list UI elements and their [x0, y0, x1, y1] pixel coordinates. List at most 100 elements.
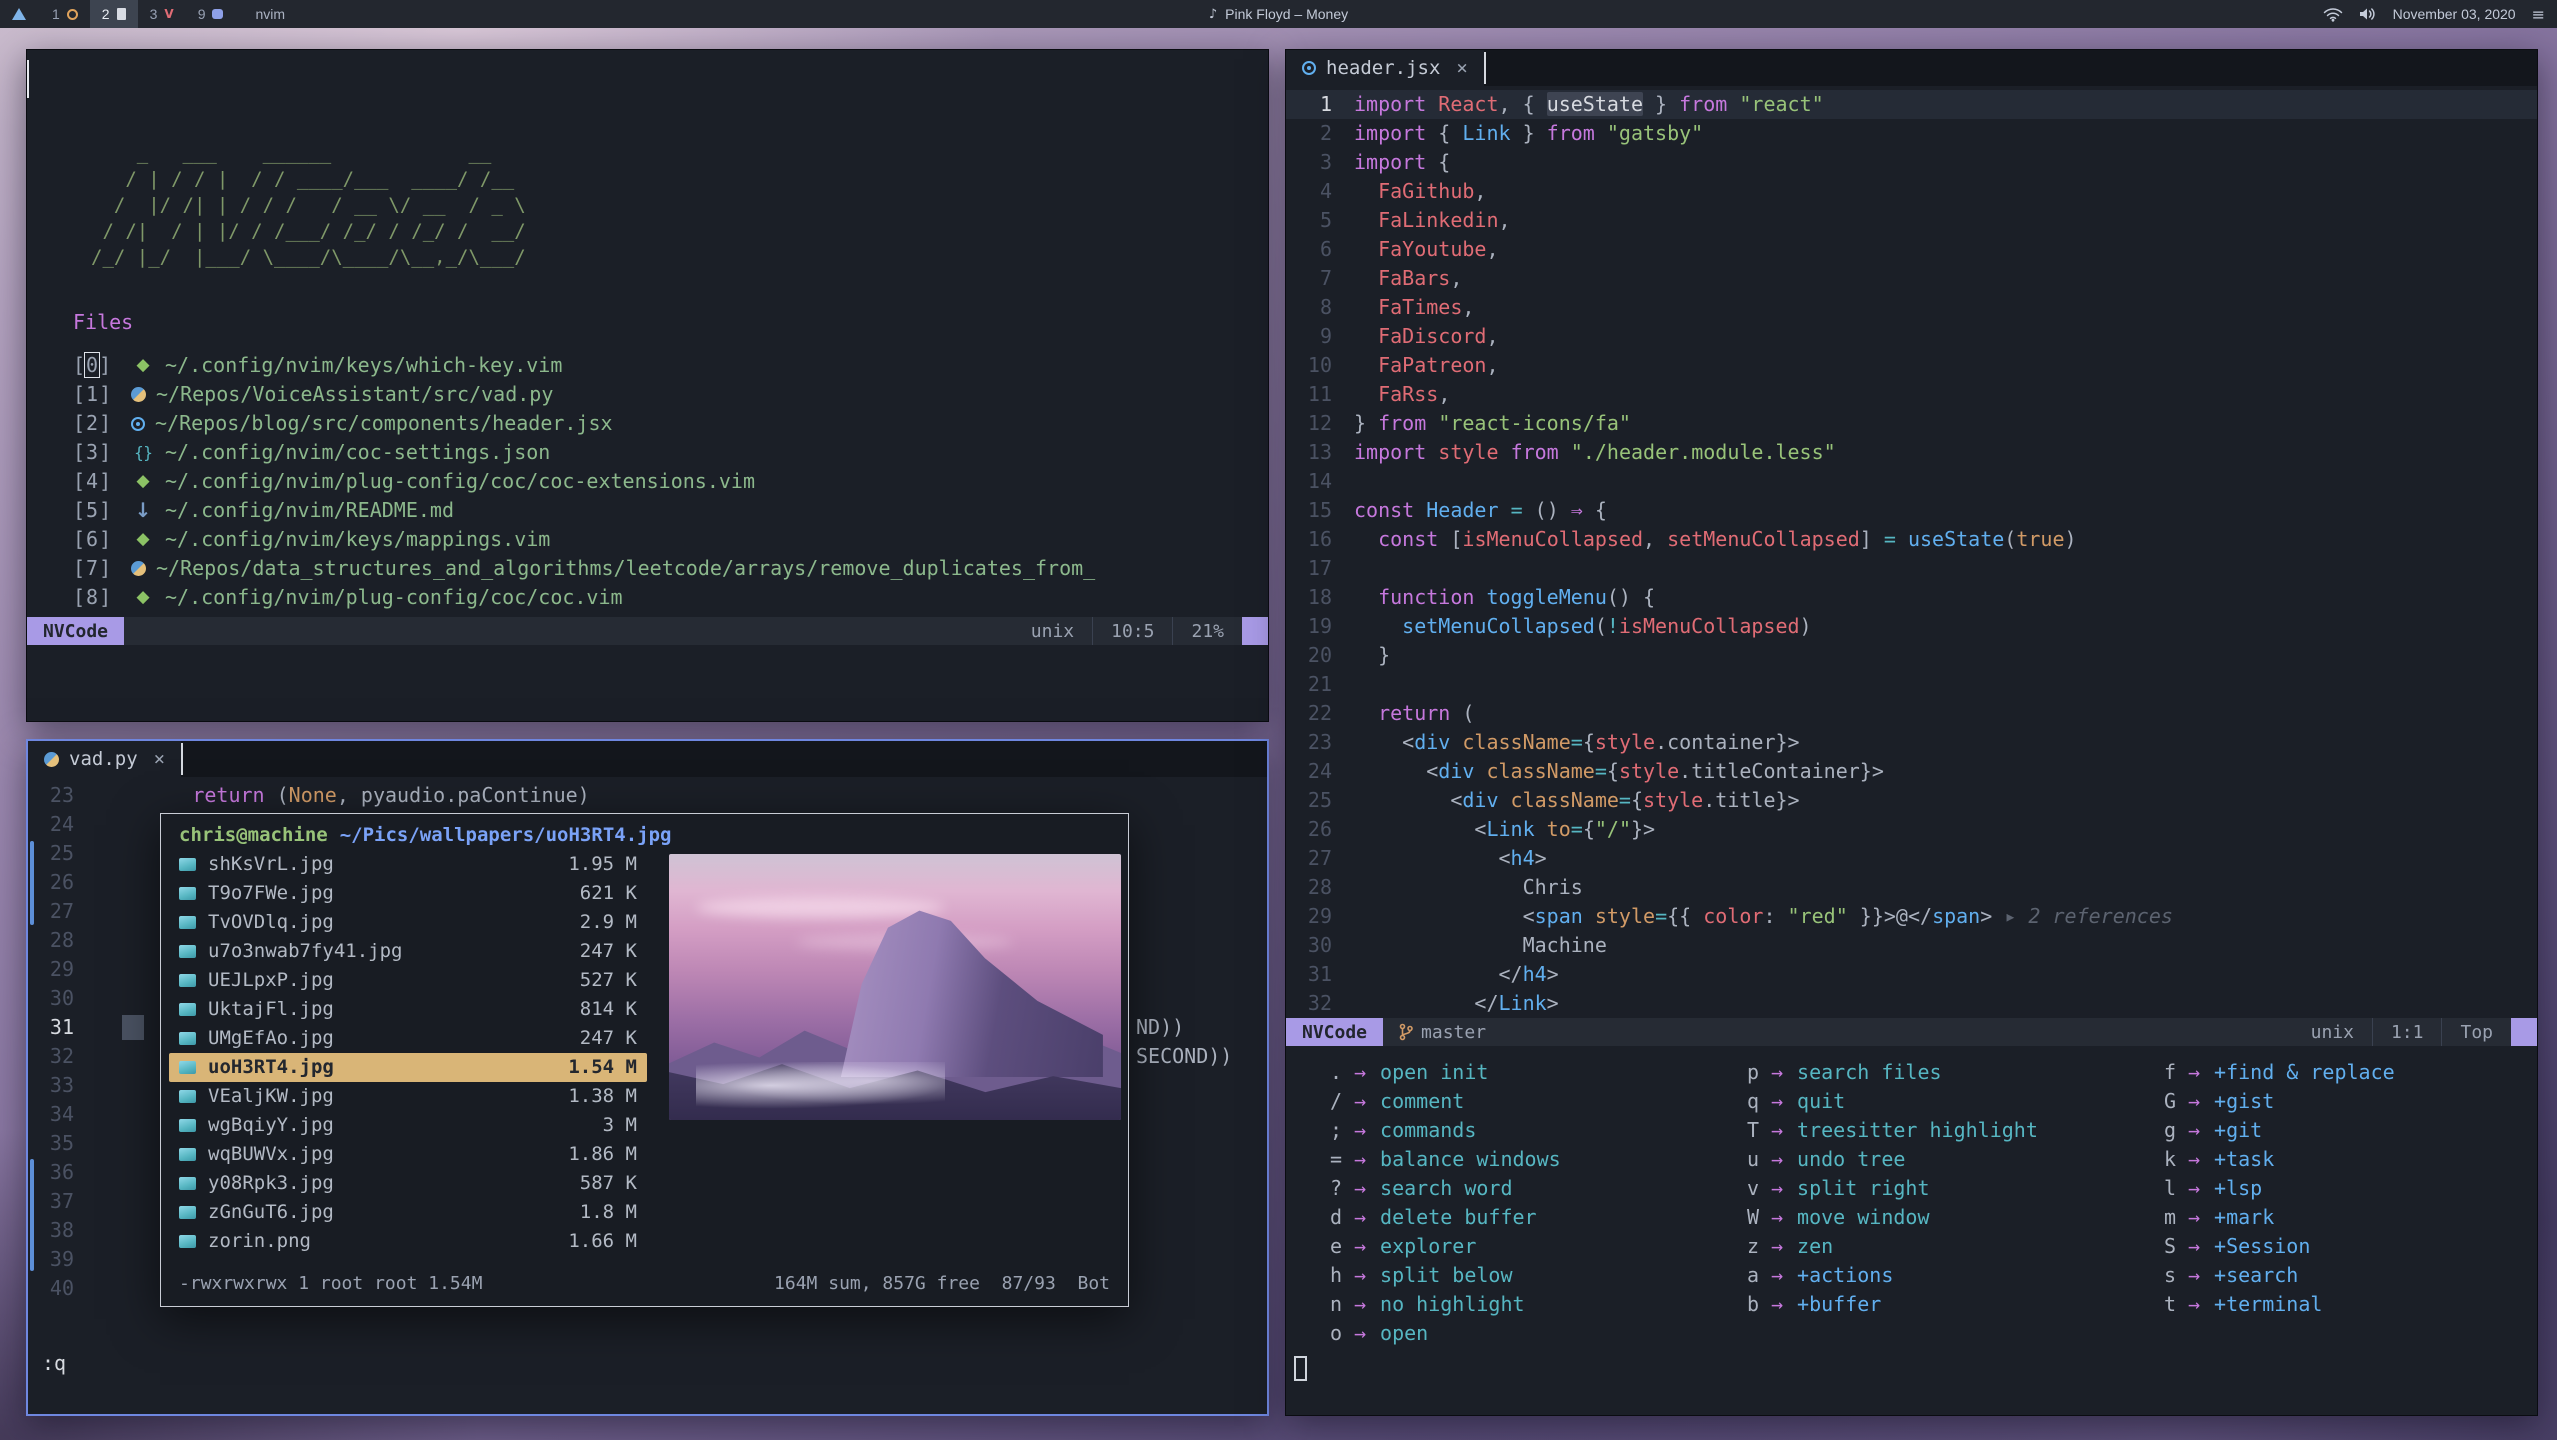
file-row[interactable]: UMgEfAo.jpg247 K — [169, 1024, 647, 1053]
bracket: ] — [99, 556, 111, 580]
file-row[interactable]: wqBUWVx.jpg1.86 M — [169, 1140, 647, 1169]
entry-index: [4] — [73, 467, 121, 496]
close-icon[interactable]: × — [1456, 54, 1467, 83]
line-number: 30 — [1286, 931, 1354, 960]
bracket: [ — [73, 353, 85, 377]
entry-index: [7] — [73, 554, 121, 583]
workspace-2[interactable]: 2 — [90, 0, 138, 28]
inactive-cursor — [122, 1015, 144, 1040]
file-row[interactable]: VEaljKW.jpg1.38 M — [169, 1082, 647, 1111]
cursor-position: 1:1 — [2372, 1018, 2442, 1046]
recent-file-4[interactable]: [4]~/.config/nvim/plug-config/coc/coc-ex… — [73, 467, 1268, 496]
key-description: treesitter highlight — [1797, 1116, 2038, 1145]
recent-file-2[interactable]: [2]~/Repos/blog/src/components/header.js… — [73, 409, 1268, 438]
arrow-icon: → — [2188, 1232, 2200, 1261]
file-row[interactable]: T9o7FWe.jpg621 K — [169, 879, 647, 908]
now-playing[interactable]: ♪ Pink Floyd – Money — [1209, 0, 1348, 28]
code-line-16: 16 const [isMenuCollapsed, setMenuCollap… — [1286, 525, 2537, 554]
workspace-number: 3 — [150, 6, 158, 22]
token: "red" — [1788, 904, 1848, 928]
arrow-icon: → — [1771, 1116, 1783, 1145]
recent-file-0[interactable]: [0]~/.config/nvim/keys/which-key.vim — [73, 351, 1268, 380]
line-number: 30 — [28, 984, 96, 1013]
file-size: 247 K — [580, 1024, 637, 1053]
line-number: 29 — [1286, 902, 1354, 931]
key-label: s — [2120, 1261, 2176, 1290]
recent-file-3[interactable]: [3]~/.config/nvim/coc-settings.json — [73, 438, 1268, 467]
launcher-icon[interactable] — [12, 8, 26, 20]
code-line-27: 27 <h4> — [1286, 844, 2537, 873]
code-text: </h4> — [1354, 960, 1559, 989]
code-line-4: 4 FaGithub, — [1286, 177, 2537, 206]
line-number: 24 — [28, 810, 96, 839]
token: < — [1354, 730, 1414, 754]
bracket: [ — [73, 382, 85, 406]
bracket: [ — [73, 411, 85, 435]
editor-header[interactable]: 1import React, { useState } from "react"… — [1286, 86, 2537, 1018]
recent-file-8[interactable]: [8]~/.config/nvim/plug-config/coc/coc.vi… — [73, 583, 1268, 612]
tab-vad-py[interactable]: vad.py × — [28, 741, 181, 777]
file-row[interactable]: shKsVrL.jpg1.95 M — [169, 850, 647, 879]
now-playing-label: Pink Floyd – Money — [1225, 6, 1348, 22]
volume-icon[interactable] — [2359, 7, 2377, 21]
workspace-3[interactable]: 3 — [138, 0, 186, 28]
file-row[interactable]: zGnGuT6.jpg1.8 M — [169, 1198, 647, 1227]
file-name: UEJLpxP.jpg — [208, 966, 568, 995]
wifi-icon[interactable] — [2323, 7, 2343, 22]
key-label: . — [1286, 1058, 1342, 1087]
token — [96, 783, 192, 807]
line-number: 22 — [1286, 699, 1354, 728]
tab-header-jsx[interactable]: header.jsx × — [1286, 50, 1484, 86]
recent-file-5[interactable]: [5]~/.config/nvim/README.md — [73, 496, 1268, 525]
tab-label: header.jsx — [1326, 54, 1440, 83]
keybinding-W: W→move window — [1703, 1203, 2120, 1232]
arrow-icon: → — [1771, 1232, 1783, 1261]
token: FaTimes — [1378, 295, 1462, 319]
line-number: 27 — [28, 897, 96, 926]
arrow-icon: → — [2188, 1261, 2200, 1290]
line-number: 28 — [1286, 873, 1354, 902]
file-permissions: -rwxrwxrwx 1 root root 1.54M — [179, 1269, 482, 1298]
key-label: T — [1703, 1116, 1759, 1145]
recent-file-6[interactable]: [6]~/.config/nvim/keys/mappings.vim — [73, 525, 1268, 554]
md-icon — [131, 496, 155, 525]
token: style — [1438, 440, 1498, 464]
token — [1426, 440, 1438, 464]
token: style — [1619, 759, 1679, 783]
arrow-icon: → — [2188, 1087, 2200, 1116]
recent-file-7[interactable]: [7]~/Repos/data_structures_and_algorithm… — [73, 554, 1268, 583]
close-icon[interactable]: × — [154, 745, 165, 774]
file-row[interactable]: UktajFl.jpg814 K — [169, 995, 647, 1024]
workspace-1[interactable]: 1 — [40, 0, 90, 28]
file-row[interactable]: uoH3RT4.jpg1.54 M — [169, 1053, 647, 1082]
line-number: 9 — [1286, 322, 1354, 351]
file-size: 621 K — [580, 879, 637, 908]
line-number: 2 — [1286, 119, 1354, 148]
token: ( — [2004, 527, 2016, 551]
file-row[interactable]: zorin.png1.66 M — [169, 1227, 647, 1256]
file-row[interactable]: UEJLpxP.jpg527 K — [169, 966, 647, 995]
menu-icon[interactable]: ≡ — [2532, 5, 2545, 24]
file-row[interactable]: wgBqiyY.jpg3 M — [169, 1111, 647, 1140]
code-line-22: 22 return ( — [1286, 699, 2537, 728]
image-icon — [179, 1003, 196, 1016]
recent-file-1[interactable]: [1]~/Repos/VoiceAssistant/src/vad.py — [73, 380, 1268, 409]
keybinding-t: t→+terminal — [2120, 1290, 2537, 1319]
token: { — [1583, 498, 1607, 522]
start-screen[interactable]: _ ___ ______ __ / | / / | / / ____/___ _… — [27, 50, 1268, 617]
line-number: 28 — [28, 926, 96, 955]
bracket: ] — [99, 382, 111, 406]
token: style — [1595, 730, 1655, 754]
line-number: 26 — [1286, 815, 1354, 844]
command-line[interactable]: :q — [28, 1349, 1267, 1378]
file-row[interactable]: y08Rpk3.jpg587 K — [169, 1169, 647, 1198]
token — [1474, 759, 1486, 783]
key-label: g — [2120, 1116, 2176, 1145]
keybinding-e: e→explorer — [1286, 1232, 1703, 1261]
workspace-9[interactable]: 9 — [186, 0, 236, 28]
line-number: 40 — [28, 1274, 96, 1303]
file-row[interactable]: TvOVDlq.jpg2.9 M — [169, 908, 647, 937]
line-number: 18 — [1286, 583, 1354, 612]
token: "./header.module.less" — [1571, 440, 1836, 464]
file-row[interactable]: u7o3nwab7fy41.jpg247 K — [169, 937, 647, 966]
